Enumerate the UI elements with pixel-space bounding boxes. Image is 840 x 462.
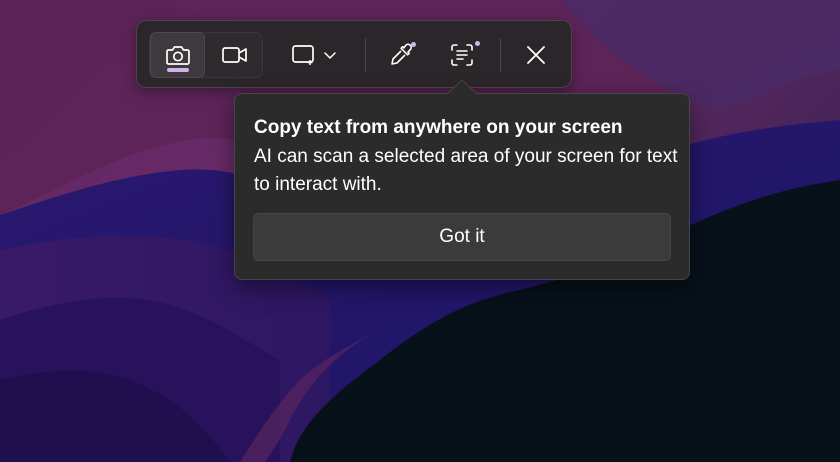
snip-shape-button[interactable] bbox=[283, 32, 343, 78]
snipping-toolbar bbox=[136, 20, 572, 88]
chevron-down-icon bbox=[323, 52, 336, 59]
got-it-button[interactable]: Got it bbox=[253, 213, 671, 261]
color-picker-button[interactable] bbox=[379, 32, 425, 78]
photo-mode-button[interactable] bbox=[150, 32, 205, 78]
teaching-tip-body: AI can scan a selected area of your scre… bbox=[254, 146, 678, 195]
video-mode-button[interactable] bbox=[207, 32, 262, 78]
teaching-tip-beak bbox=[447, 79, 477, 95]
close-button[interactable] bbox=[513, 32, 559, 78]
desktop-background: Copy text from anywhere on your screen A… bbox=[0, 0, 840, 462]
teaching-tip: Copy text from anywhere on your screen A… bbox=[234, 93, 690, 280]
text-scan-icon bbox=[451, 44, 473, 66]
selected-indicator bbox=[167, 68, 189, 72]
new-feature-dot bbox=[475, 41, 480, 46]
toolbar-separator bbox=[500, 38, 501, 72]
text-actions-button[interactable] bbox=[439, 32, 485, 78]
video-camera-icon bbox=[221, 47, 247, 63]
camera-icon bbox=[165, 46, 190, 65]
rectangle-snip-icon bbox=[291, 45, 314, 65]
teaching-tip-title: Copy text from anywhere on your screen bbox=[254, 117, 623, 138]
close-icon bbox=[527, 46, 545, 64]
toolbar-separator bbox=[365, 38, 366, 72]
new-feature-dot bbox=[411, 42, 416, 47]
